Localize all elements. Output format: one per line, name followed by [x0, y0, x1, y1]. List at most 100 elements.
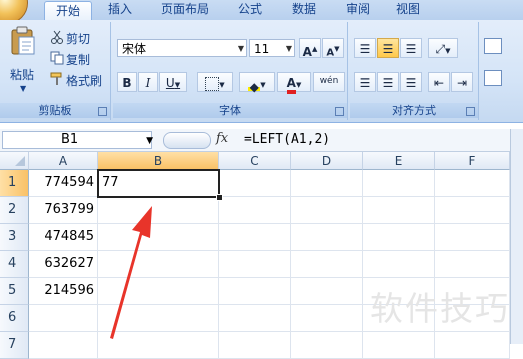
orientation-button[interactable]: ⤢▼ — [428, 38, 458, 58]
phonetic-icon: wén — [319, 76, 339, 86]
align-top-icon: ☰ — [359, 42, 371, 56]
cut-button[interactable]: 剪切 — [66, 30, 90, 47]
ribbon-tab-bar: 开始 插入 页面布局 公式 数据 审阅 视图 — [0, 0, 523, 24]
paste-icon[interactable] — [10, 26, 36, 56]
chevron-down-icon[interactable]: ▼ — [146, 133, 153, 149]
tab-view[interactable]: 视图 — [386, 0, 430, 20]
align-right-button[interactable]: ☰ — [400, 72, 422, 92]
row-header-3[interactable]: 3 — [0, 224, 29, 251]
column-header-f[interactable]: F — [435, 152, 510, 170]
column-header-e[interactable]: E — [363, 152, 435, 170]
alignment-launcher-icon[interactable] — [466, 107, 475, 116]
formula-input[interactable]: =LEFT(A1,2) — [244, 131, 330, 149]
alignment-group: ☰ ☰ ☰ ⤢▼ ☰ ☰ ☰ ⇤ ⇥ 对齐方式 — [350, 22, 479, 120]
annotation-arrow-icon — [110, 206, 152, 339]
column-header-c[interactable]: C — [219, 152, 291, 170]
row-header-6[interactable]: 6 — [0, 305, 29, 332]
formula-bar-resize-handle[interactable] — [163, 132, 211, 149]
font-name-value: 宋体 — [122, 42, 147, 56]
paste-dropdown-icon[interactable]: ▼ — [20, 84, 26, 93]
insert-function-icon[interactable]: fx — [216, 131, 228, 146]
font-size-value: 11 — [254, 42, 270, 56]
align-middle-button[interactable]: ☰ — [377, 38, 399, 58]
font-name-select[interactable]: 宋体 ▼ — [117, 39, 247, 57]
copy-icon[interactable] — [50, 51, 64, 68]
align-left-icon: ☰ — [359, 76, 371, 90]
fill-handle[interactable] — [216, 194, 223, 201]
borders-button[interactable]: ▼ — [197, 72, 233, 92]
cell-a2[interactable]: 763799 — [29, 197, 98, 224]
name-box-value: B1 — [61, 132, 79, 147]
font-color-icon: A — [286, 76, 296, 94]
cell-a5[interactable]: 214596 — [29, 278, 98, 305]
orientation-icon: ⤢ — [435, 42, 446, 56]
format-painter-icon[interactable] — [50, 72, 64, 89]
italic-button[interactable]: I — [138, 72, 158, 92]
cell-a7[interactable] — [29, 332, 98, 359]
font-group: 宋体 ▼ 11 ▼ A▲ A▼ B I U▼ ▼ ◆▼ A▼ wén 字体 — [113, 22, 348, 120]
row-header-1[interactable]: 1 — [0, 170, 29, 197]
row-header-5[interactable]: 5 — [0, 278, 29, 305]
clipboard-group: 粘贴 ▼ 剪切 复制 格式刷 剪贴板 — [0, 22, 111, 120]
column-header-a[interactable]: A — [29, 152, 98, 170]
tab-home[interactable]: 开始 — [44, 1, 92, 21]
align-bottom-button[interactable]: ☰ — [400, 38, 422, 58]
align-top-button[interactable]: ☰ — [354, 38, 376, 58]
increase-indent-button[interactable]: ⇥ — [451, 72, 473, 92]
cell-a4[interactable]: 632627 — [29, 251, 98, 278]
fill-color-button[interactable]: ◆▼ — [239, 72, 275, 94]
tab-insert[interactable]: 插入 — [100, 0, 140, 20]
wrap-text-icon[interactable] — [484, 38, 502, 54]
row-header-4[interactable]: 4 — [0, 251, 29, 278]
clipboard-launcher-icon[interactable] — [98, 107, 107, 116]
chevron-down-icon: ▼ — [295, 81, 302, 89]
font-launcher-icon[interactable] — [335, 107, 344, 116]
decrease-indent-button[interactable]: ⇤ — [428, 72, 450, 92]
chevron-down-icon: ▼ — [237, 44, 244, 53]
vertical-scrollbar[interactable] — [510, 129, 523, 344]
underline-button[interactable]: U▼ — [159, 72, 187, 92]
font-color-button[interactable]: A▼ — [277, 72, 311, 94]
grid-lines — [219, 196, 510, 332]
formula-bar: B1 ▼ fx =LEFT(A1,2) — [0, 129, 523, 152]
fill-bucket-icon: ◆ — [248, 77, 261, 94]
watermark-text: 软件技巧 — [370, 289, 510, 328]
tab-data[interactable]: 数据 — [282, 0, 326, 20]
alignment-group-label: 对齐方式 — [350, 103, 478, 118]
tab-review[interactable]: 审阅 — [336, 0, 380, 20]
tab-page-layout[interactable]: 页面布局 — [152, 0, 218, 20]
underline-label: U — [165, 76, 175, 90]
row-header-2[interactable]: 2 — [0, 197, 29, 224]
chevron-down-icon: ▼ — [445, 47, 451, 55]
column-header-b[interactable]: B — [98, 152, 219, 170]
column-header-d[interactable]: D — [291, 152, 363, 170]
clipboard-group-label: 剪贴板 — [0, 103, 110, 118]
borders-icon — [205, 76, 220, 91]
select-all-corner[interactable] — [0, 152, 29, 170]
cell-a3[interactable]: 474845 — [29, 224, 98, 251]
select-all-icon — [15, 156, 25, 166]
phonetic-button[interactable]: wén — [313, 72, 345, 92]
merge-cells-icon[interactable] — [484, 70, 502, 86]
tab-formulas[interactable]: 公式 — [228, 0, 272, 20]
chevron-down-icon: ▼ — [285, 44, 292, 53]
cell-a6[interactable] — [29, 305, 98, 332]
align-center-button[interactable]: ☰ — [377, 72, 399, 92]
cell-a1[interactable]: 774594 — [29, 170, 98, 197]
copy-button[interactable]: 复制 — [66, 51, 90, 68]
grow-font-button[interactable]: A▲ — [299, 38, 321, 59]
ribbon: 粘贴 ▼ 剪切 复制 格式刷 剪贴板 宋体 ▼ 11 ▼ A▲ A▼ B I U▼ … — [0, 20, 523, 123]
shrink-font-button[interactable]: A▼ — [322, 38, 344, 58]
font-size-select[interactable]: 11 ▼ — [249, 39, 295, 57]
increase-indent-icon: ⇥ — [456, 76, 468, 90]
font-group-label: 字体 — [113, 103, 347, 118]
format-painter-button[interactable]: 格式刷 — [66, 72, 102, 89]
bold-button[interactable]: B — [117, 72, 137, 92]
cut-icon[interactable] — [50, 30, 64, 47]
align-middle-icon: ☰ — [382, 42, 394, 56]
paste-button[interactable]: 粘贴 — [10, 66, 34, 83]
name-box[interactable]: B1 ▼ — [2, 131, 153, 149]
align-left-button[interactable]: ☰ — [354, 72, 376, 92]
row-header-7[interactable]: 7 — [0, 332, 29, 359]
chevron-down-icon: ▼ — [174, 81, 181, 89]
